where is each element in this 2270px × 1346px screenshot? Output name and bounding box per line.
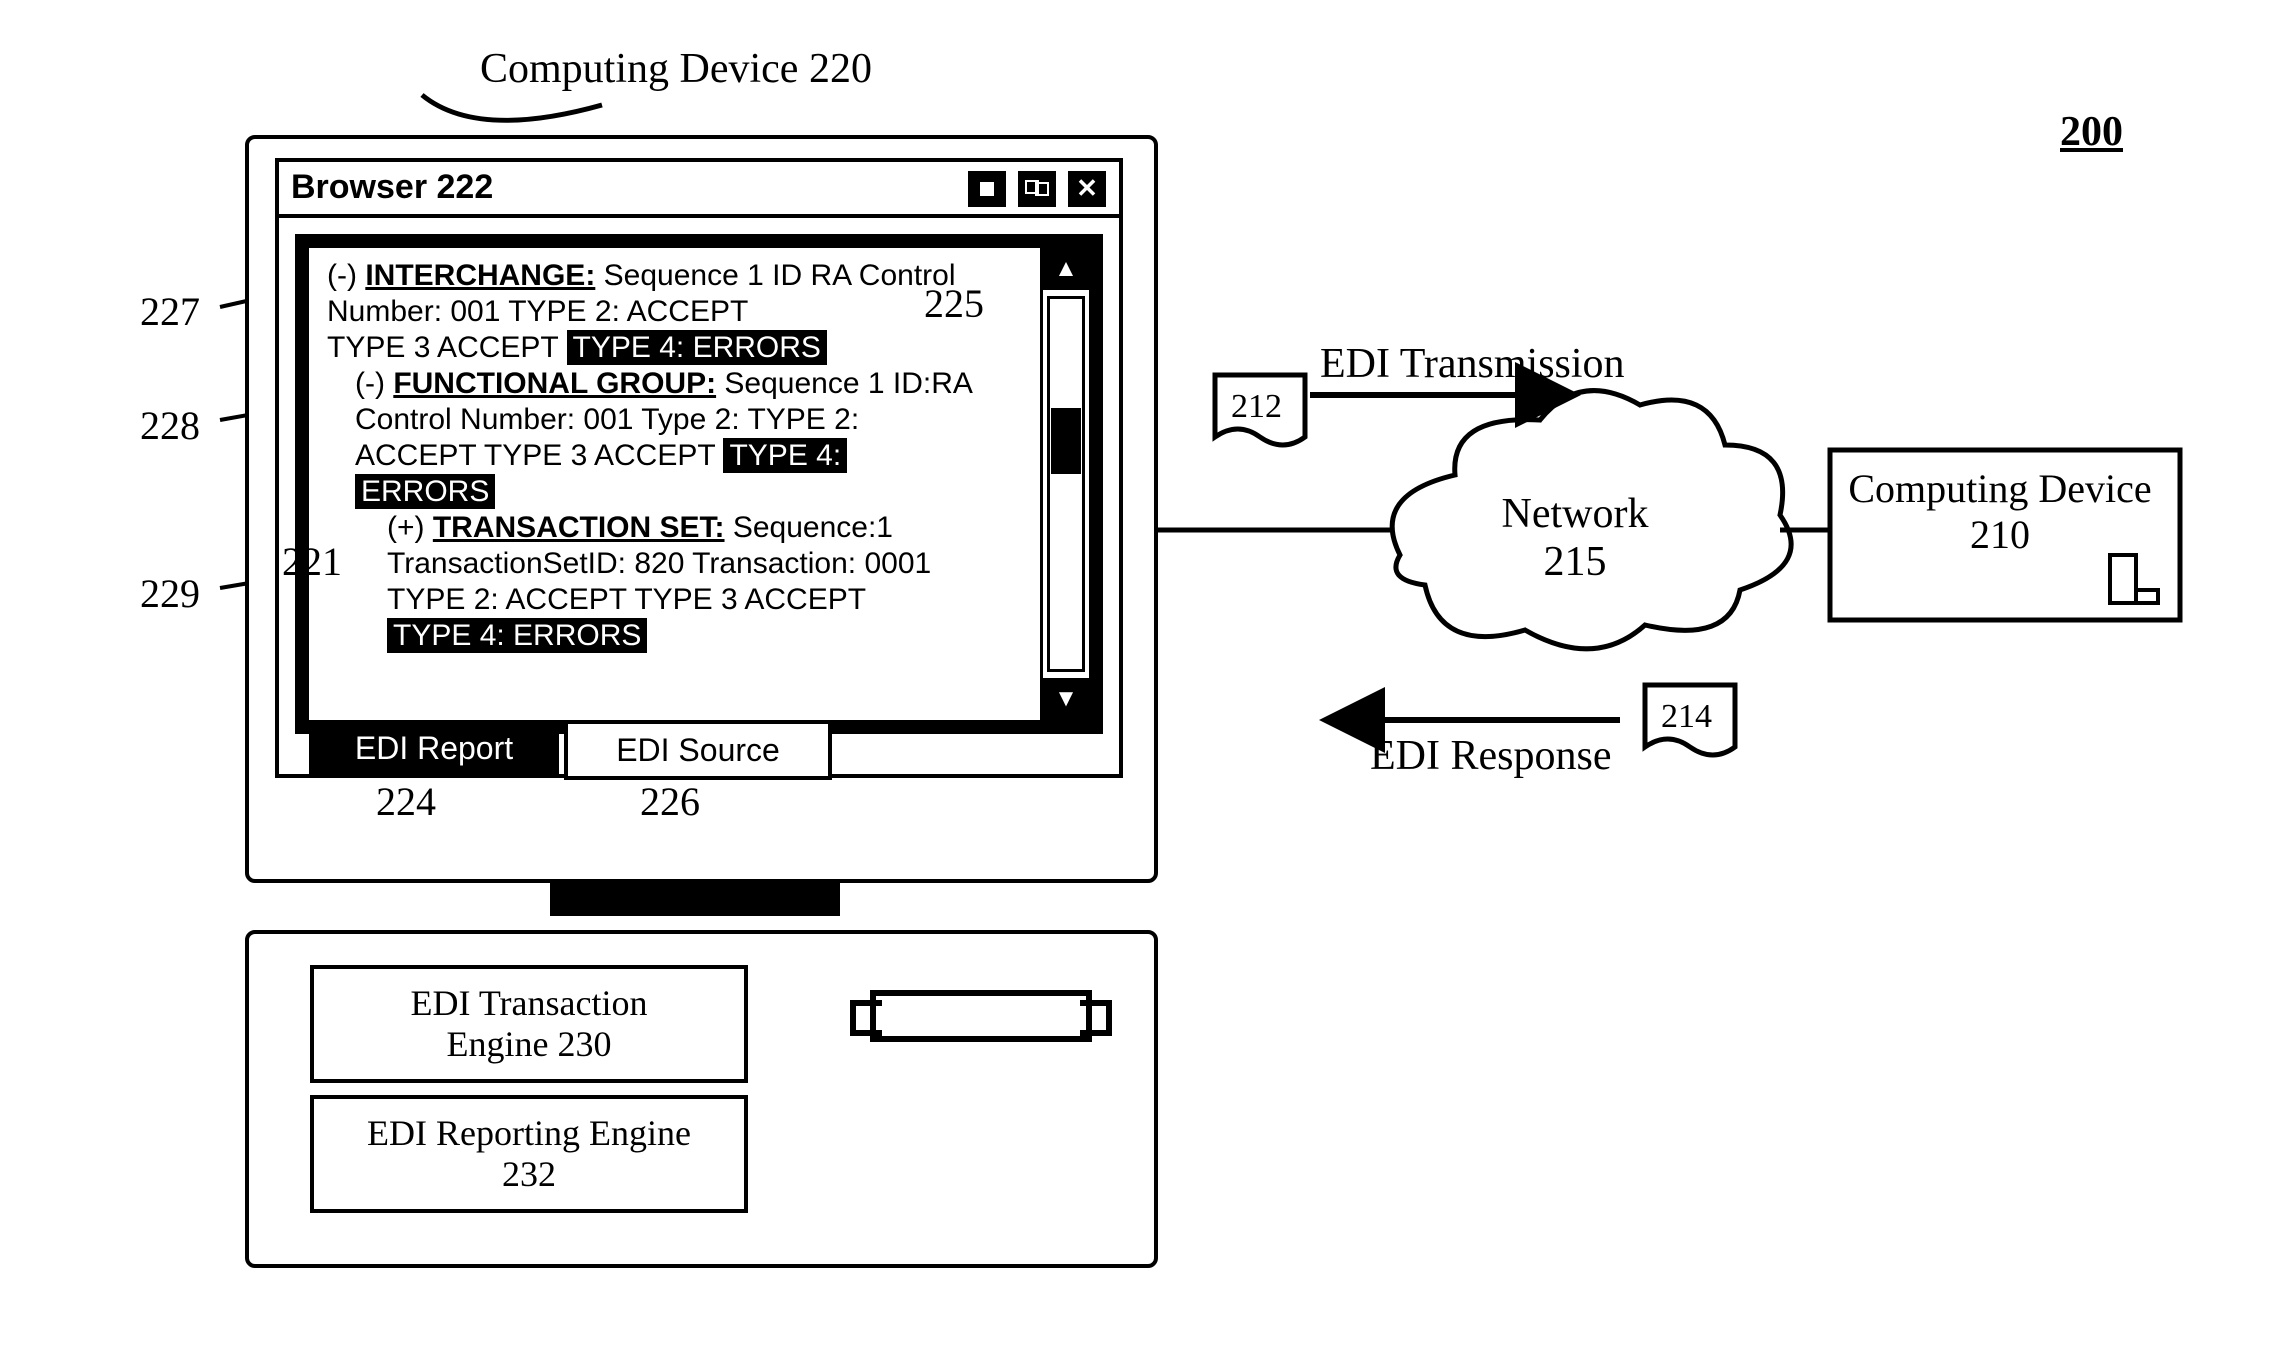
error-highlight: ERRORS [355,474,495,509]
tab-edi-report[interactable]: EDI Report [309,722,559,774]
fg-line2: Control Number: 001 Type 2: TYPE 2: [355,402,1027,438]
browser-title: Browser 222 [291,168,493,207]
ref-225: 225 [924,280,984,327]
ref-227: 227 [140,288,200,335]
transaction-set-row[interactable]: (+) TRANSACTION SET: Sequence:1 [387,510,1027,546]
ref-221: 221 [282,538,342,585]
ts-line2: TransactionSetID: 820 Transaction: 0001 [387,546,1027,582]
fg-line3: ACCEPT TYPE 3 ACCEPT TYPE 4: [355,438,1027,474]
label-edi-response: EDI Response [1370,732,1611,780]
ref-224: 224 [376,778,436,825]
error-highlight: TYPE 4: [723,438,847,473]
ts-line4: TYPE 4: ERRORS [387,618,1027,654]
fg-line4: ERRORS [355,474,1027,510]
browser-titlebar: Browser 222 ✕ [279,162,1119,218]
scroll-track[interactable] [1047,296,1085,672]
ref-229: 229 [140,570,200,617]
edi-reporting-engine: EDI Reporting Engine 232 [310,1095,748,1213]
scroll-up-icon[interactable]: ▲ [1043,248,1089,290]
functional-group-row[interactable]: (-) FUNCTIONAL GROUP: Sequence 1 ID:RA [355,366,1027,402]
interchange-line3: TYPE 3 ACCEPT TYPE 4: ERRORS [327,330,1027,366]
figure-number: 200 [2060,108,2123,156]
scroll-thumb[interactable] [1051,408,1081,474]
ref-214: 214 [1661,698,1712,736]
interchange-row[interactable]: (-) INTERCHANGE: Sequence 1 ID RA Contro… [327,258,1027,294]
vertical-scrollbar[interactable]: ▲ ▼ [1040,248,1089,720]
scroll-down-icon[interactable]: ▼ [1043,678,1089,720]
maximize-icon[interactable] [1015,168,1059,210]
ref-226: 226 [640,778,700,825]
error-highlight: TYPE 4: ERRORS [567,330,827,365]
computing-device-210-label: Computing Device 210 [1830,466,2170,558]
minimize-icon[interactable] [965,168,1009,210]
network-cloud-label: Network 215 [1440,490,1710,587]
edi-transaction-engine: EDI Transaction Engine 230 [310,965,748,1083]
close-icon[interactable]: ✕ [1065,168,1109,210]
monitor-stand [550,882,840,916]
tab-edi-source[interactable]: EDI Source [564,720,832,780]
label-computing-device-220: Computing Device 220 [480,45,872,93]
ref-212: 212 [1231,388,1282,426]
ts-line3: TYPE 2: ACCEPT TYPE 3 ACCEPT [387,582,1027,618]
error-highlight: TYPE 4: ERRORS [387,618,647,653]
ref-228: 228 [140,402,200,449]
browser-window: Browser 222 ✕ (-) INTERCHANGE: Sequence … [275,158,1123,778]
label-edi-transmission: EDI Transmission [1320,340,1625,388]
interchange-line2: Number: 001 TYPE 2: ACCEPT [327,294,1027,330]
drive-slot-icon [870,990,1092,1042]
window-controls: ✕ [965,168,1109,210]
